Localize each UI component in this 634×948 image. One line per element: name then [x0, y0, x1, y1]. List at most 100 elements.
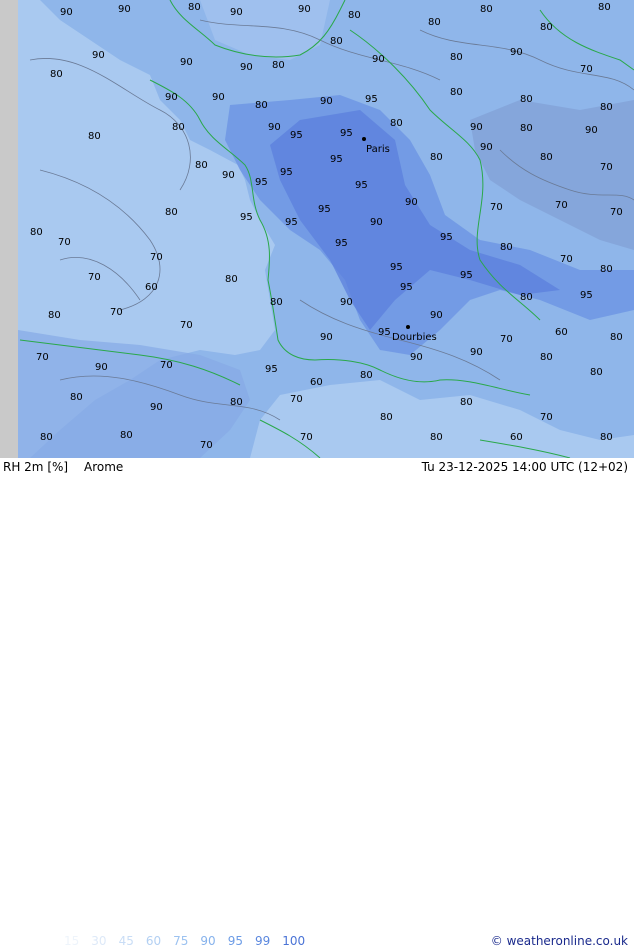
datetime-label: Tu 23-12-2025 14:00 UTC (12+02) — [421, 460, 628, 474]
svg-text:80: 80 — [540, 352, 553, 363]
svg-text:80: 80 — [610, 332, 623, 343]
svg-text:90: 90 — [92, 50, 105, 61]
svg-text:95: 95 — [355, 180, 368, 191]
svg-text:80: 80 — [40, 432, 53, 443]
svg-text:90: 90 — [230, 7, 243, 18]
paris-marker — [362, 137, 366, 141]
svg-text:70: 70 — [560, 254, 573, 265]
svg-text:90: 90 — [320, 96, 333, 107]
svg-text:95: 95 — [365, 94, 378, 105]
svg-text:70: 70 — [180, 320, 193, 331]
svg-text:90: 90 — [212, 92, 225, 103]
legend-value: 75 — [173, 934, 189, 948]
svg-text:80: 80 — [225, 274, 238, 285]
legend-value: 95 — [227, 934, 243, 948]
svg-text:90: 90 — [298, 4, 311, 15]
svg-text:80: 80 — [430, 432, 443, 443]
svg-text:90: 90 — [240, 62, 253, 73]
svg-text:70: 70 — [110, 307, 123, 318]
svg-text:90: 90 — [150, 402, 163, 413]
svg-text:80: 80 — [255, 100, 268, 111]
svg-text:80: 80 — [460, 397, 473, 408]
svg-text:80: 80 — [380, 412, 393, 423]
svg-text:70: 70 — [555, 200, 568, 211]
svg-text:80: 80 — [270, 297, 283, 308]
svg-text:95: 95 — [240, 212, 253, 223]
legend-value: 100 — [282, 934, 306, 948]
svg-text:95: 95 — [335, 238, 348, 249]
svg-text:70: 70 — [88, 272, 101, 283]
svg-text:70: 70 — [36, 352, 49, 363]
svg-text:70: 70 — [200, 440, 213, 451]
svg-text:60: 60 — [145, 282, 158, 293]
svg-text:80: 80 — [120, 430, 133, 441]
svg-text:90: 90 — [480, 142, 493, 153]
svg-text:80: 80 — [598, 2, 611, 13]
svg-text:80: 80 — [230, 397, 243, 408]
svg-text:80: 80 — [500, 242, 513, 253]
svg-text:95: 95 — [255, 177, 268, 188]
svg-text:80: 80 — [48, 310, 61, 321]
svg-text:95: 95 — [285, 217, 298, 228]
svg-text:95: 95 — [280, 167, 293, 178]
svg-text:80: 80 — [480, 4, 493, 15]
svg-text:90: 90 — [320, 332, 333, 343]
city-label-dourbies: Dourbies — [392, 332, 437, 343]
svg-text:80: 80 — [590, 367, 603, 378]
svg-text:80: 80 — [390, 118, 403, 129]
legend-value: 90 — [200, 934, 216, 948]
svg-text:90: 90 — [180, 57, 193, 68]
svg-text:90: 90 — [340, 297, 353, 308]
svg-text:70: 70 — [58, 237, 71, 248]
legend-value: 15 — [64, 934, 80, 948]
svg-text:90: 90 — [165, 92, 178, 103]
svg-text:80: 80 — [600, 432, 613, 443]
svg-text:70: 70 — [160, 360, 173, 371]
svg-text:90: 90 — [510, 47, 523, 58]
svg-text:70: 70 — [290, 394, 303, 405]
svg-text:95: 95 — [400, 282, 413, 293]
svg-text:90: 90 — [470, 122, 483, 133]
svg-text:90: 90 — [222, 170, 235, 181]
svg-text:90: 90 — [372, 54, 385, 65]
legend-value: 60 — [145, 934, 162, 948]
legend-value: 99 — [254, 934, 271, 948]
svg-text:60: 60 — [510, 432, 523, 443]
svg-text:95: 95 — [378, 327, 391, 338]
svg-text:95: 95 — [460, 270, 473, 281]
svg-text:70: 70 — [300, 432, 313, 443]
legend-value: 30 — [91, 934, 107, 948]
svg-text:70: 70 — [500, 334, 513, 345]
svg-text:80: 80 — [520, 123, 533, 134]
svg-text:95: 95 — [290, 130, 303, 141]
svg-text:80: 80 — [450, 87, 463, 98]
svg-text:90: 90 — [95, 362, 108, 373]
legend-value: 45 — [118, 934, 134, 948]
color-legend: 15 30 45 60 75 90 95 99 100 — [64, 934, 317, 948]
svg-text:60: 60 — [310, 377, 323, 388]
svg-text:60: 60 — [555, 327, 568, 338]
svg-text:80: 80 — [195, 160, 208, 171]
weather-map: 90 90 80 90 90 80 80 80 80 80 80 90 90 90 80 80 90 8… — [0, 0, 634, 458]
svg-text:80: 80 — [360, 370, 373, 381]
svg-text:80: 80 — [70, 392, 83, 403]
variable-label: RH 2m [%] — [3, 460, 69, 474]
svg-text:95: 95 — [580, 290, 593, 301]
map-footer: RH 2m [%] Arome Tu 23-12-2025 14:00 UTC … — [0, 458, 634, 948]
svg-text:90: 90 — [470, 347, 483, 358]
svg-text:90: 90 — [370, 217, 383, 228]
credit-link[interactable]: © weatheronline.co.uk — [491, 934, 628, 948]
map-edge — [0, 0, 18, 458]
svg-text:95: 95 — [265, 364, 278, 375]
svg-text:80: 80 — [430, 152, 443, 163]
svg-text:80: 80 — [450, 52, 463, 63]
svg-text:90: 90 — [268, 122, 281, 133]
svg-text:80: 80 — [600, 102, 613, 113]
svg-text:80: 80 — [600, 264, 613, 275]
dourbies-marker — [406, 325, 410, 329]
svg-text:90: 90 — [118, 4, 131, 15]
svg-text:90: 90 — [585, 125, 598, 136]
svg-text:80: 80 — [520, 94, 533, 105]
svg-text:90: 90 — [430, 310, 443, 321]
svg-text:70: 70 — [610, 207, 623, 218]
